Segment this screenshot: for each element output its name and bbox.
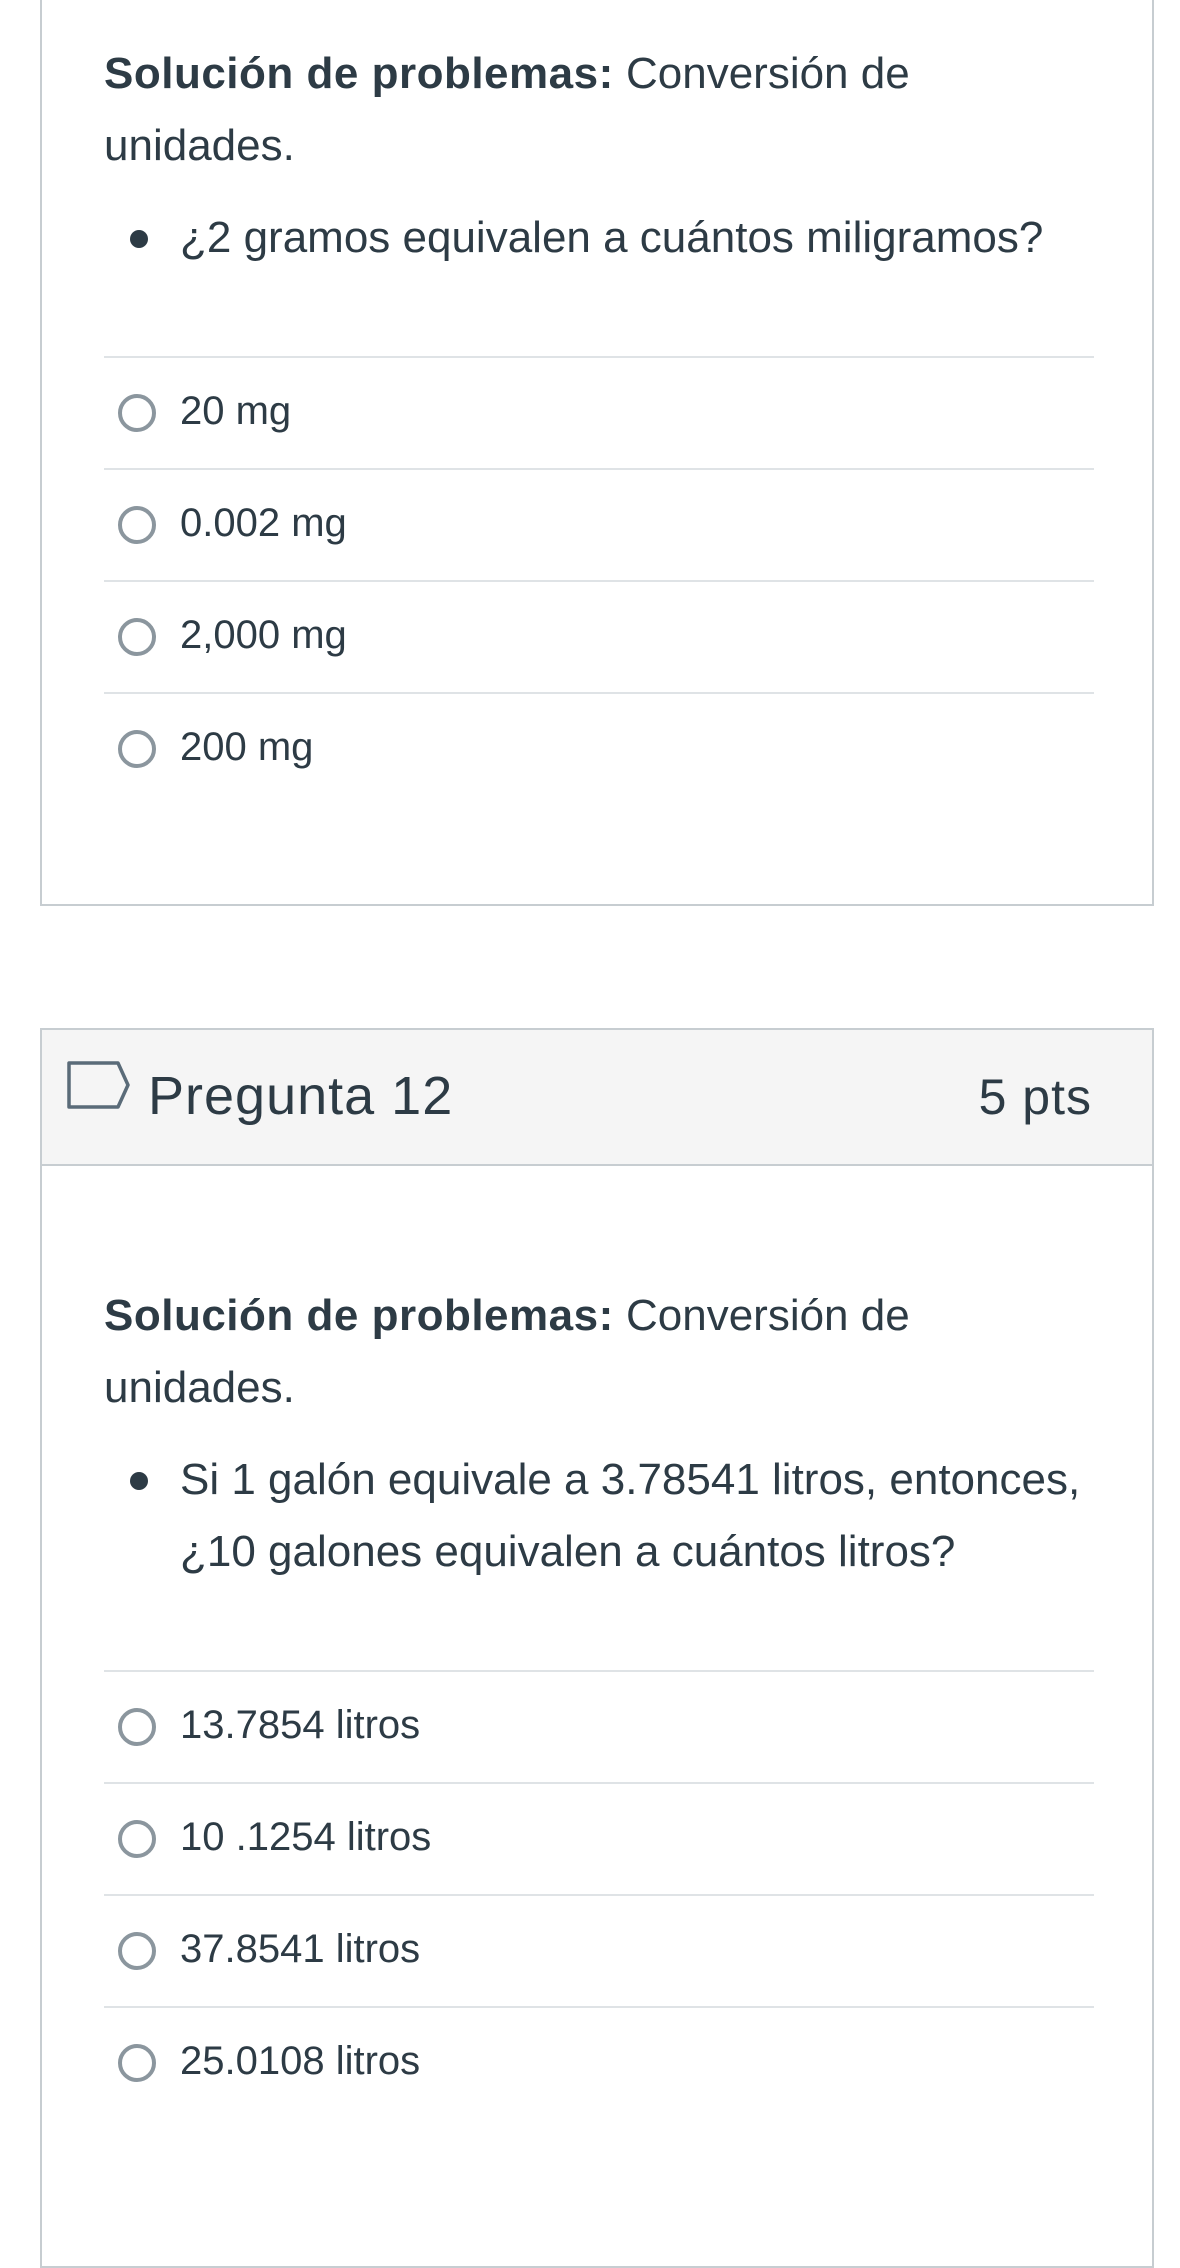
radio-unchecked-icon[interactable] (118, 506, 156, 544)
bullet-dot-icon (130, 1472, 148, 1490)
answer-label[interactable]: 10 .1254 litros (180, 1810, 431, 1864)
prompt-bold-label: Solución de problemas: (104, 49, 614, 98)
answer-label[interactable]: 25.0108 litros (180, 2034, 420, 2088)
answer-option[interactable]: 200 mg (104, 694, 1094, 806)
question-bullet-text: ¿2 gramos equivalen a cuántos miligramos… (180, 213, 1044, 262)
radio-unchecked-icon[interactable] (118, 1820, 156, 1858)
question-bullet-text: Si 1 galón equivale a 3.78541 litros, en… (180, 1455, 1081, 1576)
answer-label[interactable]: 37.8541 litros (180, 1922, 420, 1976)
question-bullet-item: Si 1 galón equivale a 3.78541 litros, en… (104, 1444, 1094, 1588)
answer-options: 13.7854 litros 10 .1254 litros 37.8541 l… (104, 1670, 1094, 2120)
question-title: Pregunta 12 (148, 1066, 454, 1126)
radio-unchecked-icon[interactable] (118, 394, 156, 432)
question-body: Solución de problemas: Conversión de uni… (104, 0, 1094, 806)
answer-option[interactable]: 13.7854 litros (104, 1672, 1094, 1784)
radio-unchecked-icon[interactable] (118, 1932, 156, 1970)
question-prompt: Solución de problemas: Conversión de uni… (104, 38, 1094, 182)
answer-label[interactable]: 0.002 mg (180, 496, 347, 550)
radio-unchecked-icon[interactable] (118, 2044, 156, 2082)
radio-unchecked-icon[interactable] (118, 730, 156, 768)
radio-unchecked-icon[interactable] (118, 1708, 156, 1746)
answer-option[interactable]: 2,000 mg (104, 582, 1094, 694)
bullet-dot-icon (130, 230, 148, 248)
question-card-11: Solución de problemas: Conversión de uni… (40, 0, 1154, 906)
answer-label[interactable]: 200 mg (180, 720, 313, 774)
radio-unchecked-icon[interactable] (118, 618, 156, 656)
question-bullet-list: Si 1 galón equivale a 3.78541 litros, en… (104, 1444, 1094, 1588)
answer-label[interactable]: 20 mg (180, 384, 291, 438)
answer-label[interactable]: 2,000 mg (180, 608, 347, 662)
question-prompt: Solución de problemas: Conversión de uni… (104, 1280, 1094, 1424)
answer-option[interactable]: 25.0108 litros (104, 2008, 1094, 2120)
answer-option[interactable]: 0.002 mg (104, 470, 1094, 582)
question-bullet-list: ¿2 gramos equivalen a cuántos miligramos… (104, 202, 1094, 274)
prompt-bold-label: Solución de problemas: (104, 1291, 614, 1340)
question-header: Pregunta 12 5 pts (42, 1030, 1152, 1166)
question-points: 5 pts (978, 1069, 1092, 1125)
answer-label[interactable]: 13.7854 litros (180, 1698, 420, 1752)
answer-options: 20 mg 0.002 mg 2,000 mg 200 mg (104, 356, 1094, 806)
answer-option[interactable]: 37.8541 litros (104, 1896, 1094, 2008)
question-card-12: Pregunta 12 5 pts Solución de problemas:… (40, 1028, 1154, 2268)
question-body: Solución de problemas: Conversión de uni… (104, 1164, 1094, 2120)
question-bullet-item: ¿2 gramos equivalen a cuántos miligramos… (104, 202, 1094, 274)
answer-option[interactable]: 20 mg (104, 358, 1094, 470)
answer-option[interactable]: 10 .1254 litros (104, 1784, 1094, 1896)
flag-outline-icon[interactable] (66, 1060, 132, 1110)
